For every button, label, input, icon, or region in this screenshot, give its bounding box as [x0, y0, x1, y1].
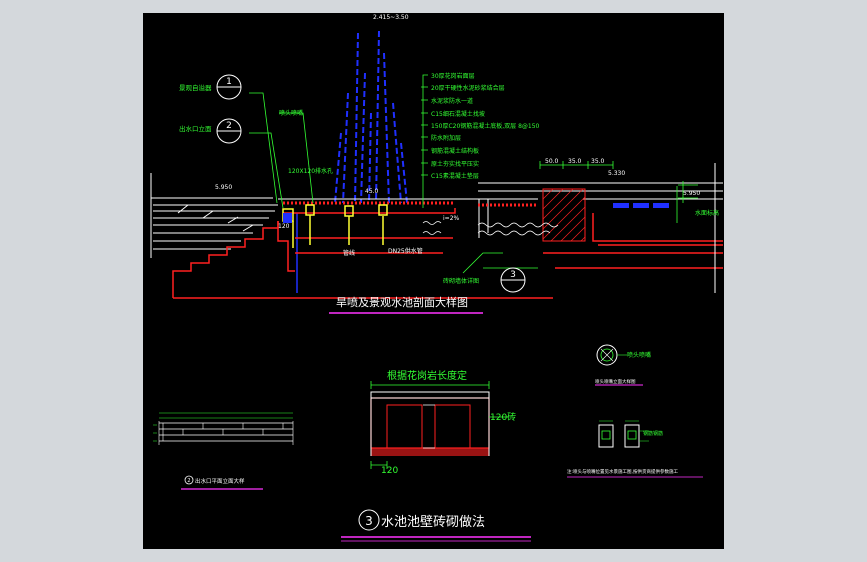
main-title: 旱喷及景观水池剖面大样图	[336, 295, 468, 309]
wall-bottom-dim: 120	[381, 466, 398, 476]
dim-value: 50.0	[545, 158, 559, 165]
layer-label: 防水附加层	[431, 134, 461, 142]
detail-wall-number: 3	[365, 514, 373, 528]
callout-3-number: 3	[510, 270, 516, 280]
nozzle-dim: 45.0	[365, 188, 379, 195]
pipe-label: DN25供水管	[388, 247, 423, 255]
nozzle-detail-note: 注:喷头与喷嘴位置见水景施工图,按供货商提供参数施工	[567, 468, 678, 475]
layer-label: 150厚C20钢筋混凝土底板,双层 8@150	[431, 122, 540, 130]
gravel-fill	[422, 221, 559, 236]
drawing-canvas: 1 2 3 2.415~3.50 5.950 5.950 5.330 i=2% …	[150, 14, 723, 542]
pavers-right	[613, 203, 669, 208]
callout-1-number: 1	[226, 77, 232, 87]
elev-small: 5.330	[608, 170, 625, 177]
right-label-stack: 30厚花岗岩面层 20厚干硬性水泥砂浆结合层 水泥浆防水一道 C15细石混凝土找…	[431, 72, 540, 180]
right-side-label: 水面标高	[695, 209, 719, 217]
layer-label: 原土夯实找平压实	[431, 160, 479, 168]
dim-value: 35.0	[591, 158, 605, 165]
detail-wall-title-block: 3 水池池壁砖砌做法	[341, 509, 531, 542]
nozzles	[282, 204, 388, 248]
layer-label: 水泥浆防水一道	[431, 97, 473, 105]
layer-label: 20厚干硬性水泥砂浆结合层	[431, 84, 505, 92]
callout-1[interactable]: 1	[216, 74, 242, 100]
wall-top-note: 根据花岗岩长度定	[387, 369, 467, 382]
dim-value: 35.0	[568, 158, 582, 165]
elev-top: 2.415~3.50	[373, 14, 409, 21]
elev-left: 5.950	[215, 184, 232, 191]
detail-outlet-drawing	[153, 412, 294, 445]
layer-label: 钢筋混凝土结构板	[431, 147, 479, 155]
nozzle-detail-caption: 喷头喷嘴立面大样图	[595, 378, 636, 385]
slope-label: i=2%	[443, 215, 460, 222]
cad-viewport[interactable]: 1 2 3 2.415~3.50 5.950 5.950 5.330 i=2% …	[143, 13, 724, 549]
drain-box	[283, 213, 292, 223]
nozzle-detail-mid-label: 钢筋钢筋	[643, 430, 663, 437]
callout-3-label: 砖砌墙体详图	[443, 277, 479, 285]
wall-hatch	[542, 188, 586, 242]
paving-lines	[150, 163, 723, 293]
fountain-jets	[334, 30, 408, 204]
detail-wall-drawing	[370, 381, 508, 469]
layer-label: C15细石混凝土找坡	[431, 110, 485, 118]
detail-nozzle-drawing	[595, 344, 649, 448]
callout-2[interactable]: 2	[216, 118, 242, 144]
stairs-left	[150, 197, 278, 258]
dim-lines-top-right	[539, 161, 698, 203]
left-label-2: 出水口立面	[179, 124, 212, 133]
top-right-dims: 50.0 35.0 35.0	[545, 158, 605, 165]
left-label-1: 景观自溢器	[179, 83, 212, 92]
nozzle-label: 120X120排水孔	[288, 167, 333, 175]
callout-3[interactable]: 3	[500, 267, 526, 293]
elev-right-top: 5.950	[683, 190, 700, 197]
detail-outlet-caption: 出水口平面立面大样	[195, 477, 245, 485]
layer-label: 30厚花岗岩面层	[431, 72, 475, 80]
dim-120-bottom: 120	[278, 223, 290, 230]
layer-label: C15素混凝土垫层	[431, 172, 479, 180]
wall-side-note: 120砖	[490, 411, 516, 423]
detail-outlet-title-block: 2 出水口平面立面大样	[181, 475, 263, 490]
detail-wall-title: 水池池壁砖砌做法	[381, 515, 485, 530]
pipe-label-2: 管线	[343, 249, 355, 257]
detail-outlet-number: 2	[187, 478, 190, 484]
callout-2-number: 2	[226, 121, 232, 131]
left-label-3: 喷头喷嘴	[279, 109, 303, 117]
nozzle-detail-label: 喷头喷嘴	[627, 351, 651, 359]
